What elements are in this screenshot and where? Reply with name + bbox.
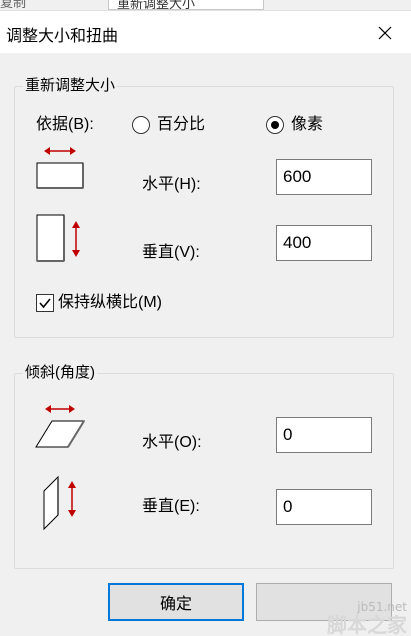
- title-bar: 调整大小和扭曲: [0, 11, 411, 53]
- percentage-radio-circle: [132, 116, 150, 134]
- skew-vertical-input[interactable]: [276, 489, 372, 525]
- keep-ratio-checkbox[interactable]: 保持纵横比(M): [36, 293, 162, 313]
- resize-vertical-icon: [36, 214, 80, 262]
- skew-vertical-label: 垂直(E):: [142, 498, 200, 515]
- resize-group-label: 重新调整大小: [23, 76, 118, 96]
- resize-skew-dialog: 调整大小和扭曲 重新调整大小 依据(B): 百分比 像素 水平(H): 600 …: [0, 10, 411, 636]
- resize-vertical-label: 垂直(V):: [142, 244, 200, 261]
- watermark-url: jb51.net: [357, 600, 407, 614]
- skew-horizontal-label: 水平(O):: [142, 434, 202, 451]
- keep-ratio-check-box: [36, 294, 54, 312]
- resize-horizontal-icon: [36, 147, 84, 189]
- dialog-title: 调整大小和扭曲: [6, 28, 119, 45]
- resize-horizontal-label: 水平(H):: [142, 176, 201, 193]
- percentage-radio[interactable]: 百分比: [132, 115, 205, 135]
- keep-ratio-label: 保持纵横比(M): [58, 294, 162, 311]
- pixels-radio-circle: [266, 116, 284, 134]
- background-app-text: 复制: [0, 0, 27, 10]
- background-app-tab: 重新调整大小: [108, 0, 264, 10]
- background-app-strip: 复制 重新调整大小: [0, 0, 411, 10]
- close-button[interactable]: [371, 19, 399, 47]
- pixels-radio-label: 像素: [291, 116, 324, 133]
- skew-vertical-icon: [43, 475, 76, 531]
- by-label: 依据(B):: [36, 116, 94, 133]
- watermark: jb51.net 脚本之家: [327, 600, 407, 636]
- skew-horizontal-input[interactable]: [276, 417, 372, 453]
- skew-group-label: 倾斜(角度): [23, 363, 97, 383]
- skew-horizontal-icon: [35, 405, 85, 448]
- ok-button[interactable]: 确定: [108, 583, 244, 621]
- pixels-radio[interactable]: 像素: [266, 115, 323, 135]
- close-icon: [378, 26, 392, 40]
- percentage-radio-label: 百分比: [157, 116, 206, 133]
- watermark-site: 脚本之家: [327, 613, 407, 636]
- checkmark-icon: [39, 298, 51, 309]
- resize-vertical-input[interactable]: [276, 225, 372, 261]
- resize-horizontal-input[interactable]: [276, 159, 372, 195]
